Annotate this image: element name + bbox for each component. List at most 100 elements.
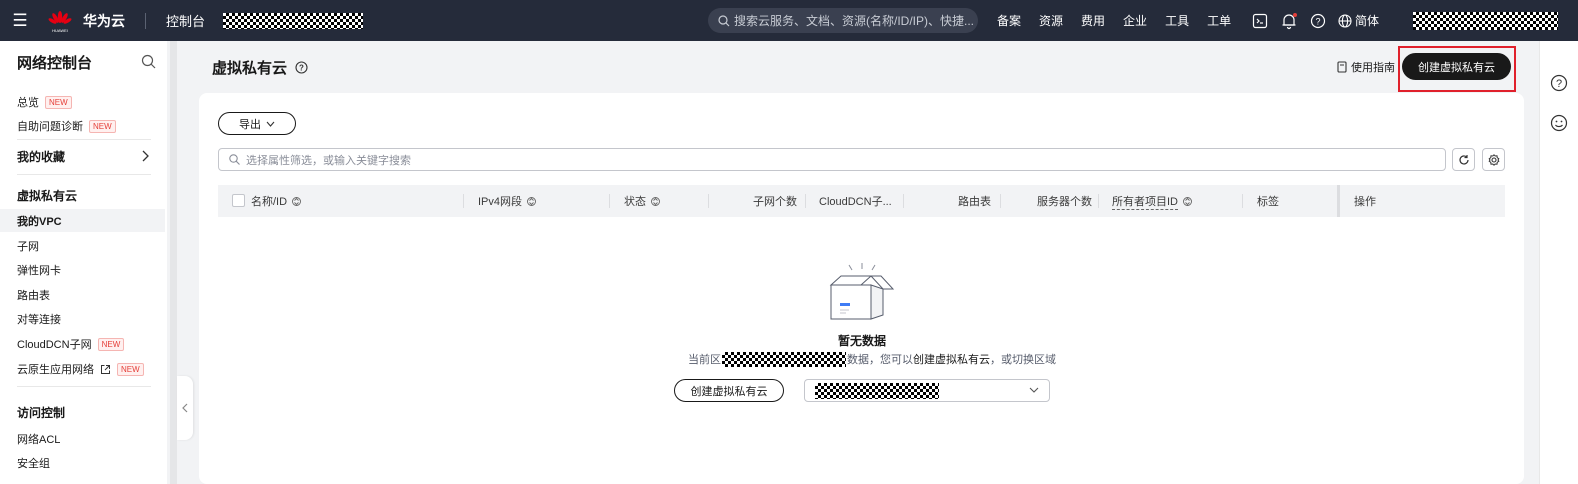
sidebar-group-favorites[interactable]: 我的收藏 xyxy=(17,148,151,165)
sidebar-item-my-vpc[interactable]: 我的VPC xyxy=(17,213,62,229)
help-icon[interactable]: ? xyxy=(1310,13,1326,29)
top-bar: ☰ HUAWEI 华为云 控制台 搜索云服务、文档、资源(名称/ID/IP)、快… xyxy=(0,0,1578,41)
column-header-owner-project[interactable]: 所有者项目ID xyxy=(1112,185,1192,217)
nav-tickets[interactable]: 工单 xyxy=(1207,12,1231,29)
nav-billing[interactable]: 费用 xyxy=(1081,12,1105,29)
sidebar-divider xyxy=(17,139,151,140)
sidebar-group-access-control[interactable]: 访问控制 xyxy=(17,404,65,421)
sort-icon xyxy=(527,196,536,206)
new-badge: NEW xyxy=(117,362,144,376)
page-title-text: 虚拟私有云 xyxy=(212,60,288,77)
chevron-down-icon xyxy=(1029,387,1039,393)
export-button[interactable]: 导出 xyxy=(218,112,296,135)
svg-text:?: ? xyxy=(1315,16,1320,26)
chevron-right-icon xyxy=(142,150,149,162)
column-divider xyxy=(1000,194,1001,208)
filter-icon xyxy=(651,196,660,206)
svg-text:?: ? xyxy=(299,64,304,73)
select-all-checkbox[interactable] xyxy=(232,194,245,207)
sidebar-group-vpc[interactable]: 虚拟私有云 xyxy=(17,187,77,204)
nav-resources[interactable]: 资源 xyxy=(1039,12,1063,29)
sidebar-title: 网络控制台 xyxy=(17,55,93,72)
export-label: 导出 xyxy=(239,118,261,131)
sidebar-item-peering[interactable]: 对等连接 xyxy=(17,311,61,327)
gear-icon xyxy=(1488,153,1499,166)
help-icon[interactable]: ? xyxy=(295,61,308,74)
empty-state-title: 暂无数据 xyxy=(837,334,886,348)
new-badge: NEW xyxy=(89,119,116,133)
empty-create-vpc-button[interactable]: 创建虚拟私有云 xyxy=(674,379,784,402)
chevron-down-icon xyxy=(266,121,275,127)
globe-icon xyxy=(1338,13,1352,28)
redacted-region-name xyxy=(722,351,846,367)
column-divider-operation xyxy=(1337,185,1340,217)
column-label: 名称/ID xyxy=(251,196,288,208)
topbar-icons: ? 简体 xyxy=(1252,0,1379,41)
column-header-ipv4[interactable]: IPv4网段 xyxy=(478,185,536,217)
sidebar-item-self-diagnosis[interactable]: 自助问题诊断 NEW xyxy=(17,118,116,134)
region-selector[interactable] xyxy=(223,12,364,29)
refresh-button[interactable] xyxy=(1452,148,1475,171)
sidebar-scrollbar[interactable] xyxy=(170,41,177,484)
sidebar-item-overview[interactable]: 总览 NEW xyxy=(17,94,72,110)
column-divider xyxy=(1098,194,1099,208)
sidebar-item-eni[interactable]: 弹性网卡 xyxy=(17,262,61,278)
help-icon[interactable]: ? xyxy=(1550,74,1568,92)
empty-box-illustration xyxy=(829,263,895,320)
console-link[interactable]: 控制台 xyxy=(166,11,205,30)
sidebar-item-security-group[interactable]: 安全组 xyxy=(17,455,50,471)
sidebar-divider xyxy=(17,386,151,387)
search-icon xyxy=(718,14,730,26)
search-icon xyxy=(229,154,240,165)
sidebar-item-cloud-native[interactable]: 云原生应用网络 NEW xyxy=(17,361,144,377)
user-guide-label: 使用指南 xyxy=(1351,62,1395,74)
column-header-subnet-count: 子网个数 xyxy=(753,196,797,208)
filter-search-input[interactable]: 选择属性筛选，或输入关键字搜索 xyxy=(218,148,1446,171)
user-guide-link[interactable]: 使用指南 xyxy=(1337,59,1395,75)
language-switcher[interactable]: 简体 xyxy=(1338,12,1379,29)
sidebar-collapse-button[interactable] xyxy=(177,376,193,440)
terminal-icon[interactable] xyxy=(1252,13,1268,29)
create-vpc-link[interactable]: 创建虚拟私有云 xyxy=(913,351,990,367)
topbar-divider xyxy=(145,12,146,29)
hamburger-menu-icon[interactable]: ☰ xyxy=(0,11,40,31)
column-label: 所有者项目ID xyxy=(1112,193,1178,210)
global-search-input[interactable]: 搜索云服务、文档、资源(名称/ID/IP)、快捷... xyxy=(708,8,978,33)
column-divider xyxy=(903,194,904,208)
column-label: 状态 xyxy=(624,196,646,208)
table-header: 名称/ID IPv4网段 状态 子网个数 CloudDCN子... 路由表 服务… xyxy=(218,185,1505,217)
svg-text:?: ? xyxy=(1556,78,1562,90)
column-header-operation: 操作 xyxy=(1354,196,1376,208)
right-rail: ? xyxy=(1539,41,1578,484)
user-account-menu[interactable] xyxy=(1413,12,1558,30)
external-link-icon xyxy=(101,364,110,374)
feedback-smiley-icon[interactable] xyxy=(1550,114,1568,132)
column-header-clouddcn: CloudDCN子... xyxy=(819,196,892,208)
top-nav: 备案 资源 费用 企业 工具 工单 xyxy=(997,0,1249,41)
column-label: IPv4网段 xyxy=(478,196,523,208)
filter-placeholder: 选择属性筛选，或输入关键字搜索 xyxy=(246,154,411,167)
sidebar-item-label: 云原生应用网络 xyxy=(17,364,94,376)
nav-filing[interactable]: 备案 xyxy=(997,12,1021,29)
sidebar-item-route-table[interactable]: 路由表 xyxy=(17,287,50,303)
sidebar-item-network-acl[interactable]: 网络ACL xyxy=(17,431,60,447)
document-icon xyxy=(1337,61,1347,73)
region-switch-select[interactable] xyxy=(804,379,1050,402)
sidebar-group-label: 我的收藏 xyxy=(17,150,66,164)
column-header-name-id[interactable]: 名称/ID xyxy=(251,185,302,217)
global-search-placeholder: 搜索云服务、文档、资源(名称/ID/IP)、快捷... xyxy=(734,14,975,28)
column-header-status[interactable]: 状态 xyxy=(624,185,660,217)
sort-icon xyxy=(1183,196,1192,206)
page-title: 虚拟私有云 ? xyxy=(212,57,308,78)
sidebar-search-icon[interactable] xyxy=(141,54,156,69)
settings-button[interactable] xyxy=(1482,148,1505,171)
brand-name: 华为云 xyxy=(83,12,125,29)
empty-desc-middle: 数据，您可以 xyxy=(847,354,913,366)
nav-enterprise[interactable]: 企业 xyxy=(1123,12,1147,29)
nav-tools[interactable]: 工具 xyxy=(1165,12,1189,29)
huawei-logo[interactable]: HUAWEI 华为云 xyxy=(46,9,125,33)
new-badge: NEW xyxy=(45,95,72,109)
empty-state-description: 当前区 数据，您可以 创建虚拟私有云 ，或切换区域 xyxy=(688,351,1056,367)
notification-bell-icon[interactable] xyxy=(1280,12,1298,30)
sidebar-item-subnet[interactable]: 子网 xyxy=(17,238,39,254)
